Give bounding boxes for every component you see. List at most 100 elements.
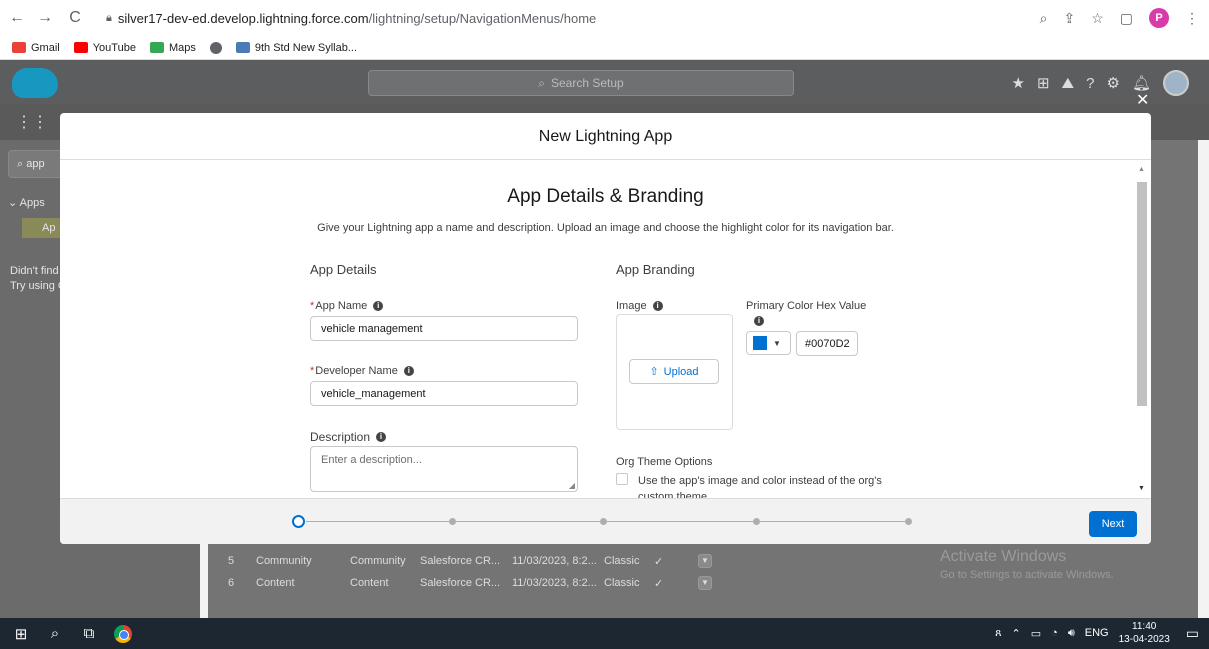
system-tray: ጸ ⌃ ▭ ◔ 🔊︎ ENG 11:40 13-04-2023 ▭: [995, 620, 1199, 646]
modal-body: App Details & Branding Give your Lightni…: [60, 160, 1151, 498]
url-field[interactable]: silver17-dev-ed.develop.lightning.force.…: [118, 11, 596, 26]
chrome-icon[interactable]: [114, 624, 132, 643]
clock[interactable]: 11:40 13-04-2023: [1119, 620, 1170, 646]
row-actions-dropdown[interactable]: ▼: [698, 576, 712, 590]
upload-button[interactable]: ⇧ Upload: [629, 359, 719, 384]
org-theme-heading: Org Theme Options: [616, 456, 713, 468]
info-icon[interactable]: i: [403, 366, 414, 376]
gear-icon[interactable]: ⚙: [1107, 74, 1120, 92]
browser-menu-icon[interactable]: ⋮: [1185, 10, 1199, 27]
description: Salesforce CR...: [420, 555, 501, 567]
bookmark-9th-std[interactable]: 9th Std New Syllab...: [235, 41, 357, 54]
bookmark-label: Gmail: [31, 41, 60, 54]
url-path: /lightning/setup/NavigationMenus/home: [368, 10, 597, 26]
app-label: Community: [256, 555, 312, 567]
people-icon[interactable]: ጸ: [995, 627, 1001, 640]
share-icon[interactable]: ⇪: [1063, 10, 1075, 27]
developer-name-input[interactable]: vehicle_management: [310, 381, 578, 406]
modal-scrollbar[interactable]: ▲ ▼: [1137, 166, 1147, 492]
app-type: Classic: [604, 577, 640, 589]
scroll-down-icon[interactable]: ▼: [1138, 485, 1145, 492]
language-indicator[interactable]: ENG: [1085, 627, 1109, 639]
bookmark-youtube[interactable]: YouTube: [73, 42, 136, 54]
reload-icon[interactable]: C: [64, 9, 86, 27]
app-type: Classic: [604, 555, 640, 567]
network-icon[interactable]: ◔: [1051, 627, 1058, 639]
row-number: 6: [228, 577, 235, 589]
description-label: Description i: [310, 430, 387, 444]
visible-check-icon: ✓: [654, 577, 664, 590]
description-placeholder: Enter a description...: [321, 454, 422, 466]
bookmark-star-icon[interactable]: ☆: [1091, 10, 1104, 27]
bookmark-label: 9th Std New Syllab...: [254, 41, 357, 54]
battery-icon[interactable]: ▭: [1031, 627, 1041, 640]
notifications-icon[interactable]: ▭: [1186, 625, 1199, 642]
table-row: 5 Community Community Salesforce CR... 1…: [208, 550, 738, 572]
section-title: App Details & Branding: [507, 186, 704, 207]
developer-name-label-text: Developer Name: [315, 365, 398, 377]
sidebar-hint: Didn't find Try using G: [10, 264, 66, 294]
org-theme-checkbox[interactable]: [616, 473, 628, 485]
bookmark-globe[interactable]: [209, 41, 222, 54]
progress-step-current: [292, 515, 305, 528]
task-view-icon[interactable]: ⧉: [72, 625, 106, 642]
user-avatar[interactable]: [1163, 70, 1189, 96]
trailhead-icon[interactable]: ⛰: [1062, 75, 1075, 92]
app-details-heading: App Details: [310, 262, 377, 277]
scroll-up-icon[interactable]: ▲: [1138, 166, 1145, 173]
close-icon[interactable]: ✕: [1136, 90, 1149, 110]
color-swatch: [753, 336, 767, 350]
table-row: 6 Content Content Salesforce CR... 11/03…: [208, 572, 738, 594]
bookmark-gmail[interactable]: Gmail: [12, 42, 60, 54]
hex-color-input[interactable]: #0070D2: [796, 331, 858, 356]
side-panel-icon[interactable]: ▢: [1120, 10, 1133, 27]
next-button[interactable]: Next: [1089, 511, 1137, 537]
back-icon[interactable]: ←: [6, 9, 28, 27]
app-name-input[interactable]: vehicle management: [310, 316, 578, 341]
app-label: Content: [256, 577, 295, 589]
globe-icon: [209, 41, 222, 54]
windows-start-icon[interactable]: ⊞: [4, 625, 38, 643]
info-icon[interactable]: i: [373, 301, 384, 311]
developer-name-label: *Developer Name i: [310, 365, 414, 377]
sidebar-group-apps[interactable]: ⌄ Apps: [8, 196, 45, 209]
info-icon[interactable]: i: [652, 301, 663, 311]
color-picker-button[interactable]: ▼: [746, 331, 791, 355]
help-icon[interactable]: ?: [1086, 75, 1094, 92]
watermark-title: Activate Windows: [940, 548, 1067, 565]
chevron-up-icon[interactable]: ⌃: [1012, 627, 1021, 640]
progress-line: [306, 521, 449, 522]
info-icon[interactable]: i: [754, 316, 764, 326]
volume-icon[interactable]: 🔊︎: [1068, 627, 1075, 640]
org-theme-checkbox-label: Use the app's image and color instead of…: [638, 475, 882, 498]
app-launcher-icon[interactable]: ⋮⋮: [16, 112, 48, 132]
description-textarea[interactable]: Enter a description... ◢: [310, 446, 578, 492]
setup-search-input[interactable]: ⌕ Search Setup: [368, 70, 794, 96]
lock-icon[interactable]: 🔒︎: [106, 12, 112, 25]
image-preview-box: ⇧ Upload: [616, 314, 733, 430]
search-icon[interactable]: ⌕: [38, 625, 72, 642]
add-icon[interactable]: ⊞: [1037, 74, 1050, 92]
row-actions-dropdown[interactable]: ▼: [698, 554, 712, 568]
profile-avatar[interactable]: P: [1149, 8, 1169, 28]
setup-search-placeholder: Search Setup: [551, 76, 624, 90]
resize-handle-icon[interactable]: ◢: [569, 481, 575, 490]
scroll-thumb[interactable]: [1137, 182, 1147, 406]
section-subtitle: Give your Lightning app a name and descr…: [317, 222, 894, 234]
zoom-icon[interactable]: ⌕: [1040, 10, 1048, 27]
info-icon[interactable]: i: [376, 432, 387, 442]
sidebar-group-label: Apps: [19, 197, 45, 209]
windows-taskbar: ⊞ ⌕ ⧉ ጸ ⌃ ▭ ◔ 🔊︎ ENG 11:40 13-04-2023 ▭: [0, 618, 1209, 649]
salesforce-logo[interactable]: [12, 68, 58, 98]
app-manager-table: 5 Community Community Salesforce CR... 1…: [208, 550, 738, 594]
forward-icon[interactable]: →: [34, 9, 56, 27]
sidebar-hint-line: Try using G: [10, 280, 67, 292]
bookmark-maps[interactable]: Maps: [149, 41, 196, 54]
bookmark-label: Maps: [168, 41, 196, 54]
bookmarks-bar: Gmail YouTube Maps 9th Std New Syllab...: [0, 36, 1209, 60]
image-label: Image i: [616, 300, 663, 312]
upload-icon: ⇧: [649, 366, 659, 378]
app-name-label: *App Name i: [310, 300, 384, 312]
progress-step: [753, 518, 760, 525]
favorites-icon[interactable]: ★: [1012, 74, 1025, 92]
